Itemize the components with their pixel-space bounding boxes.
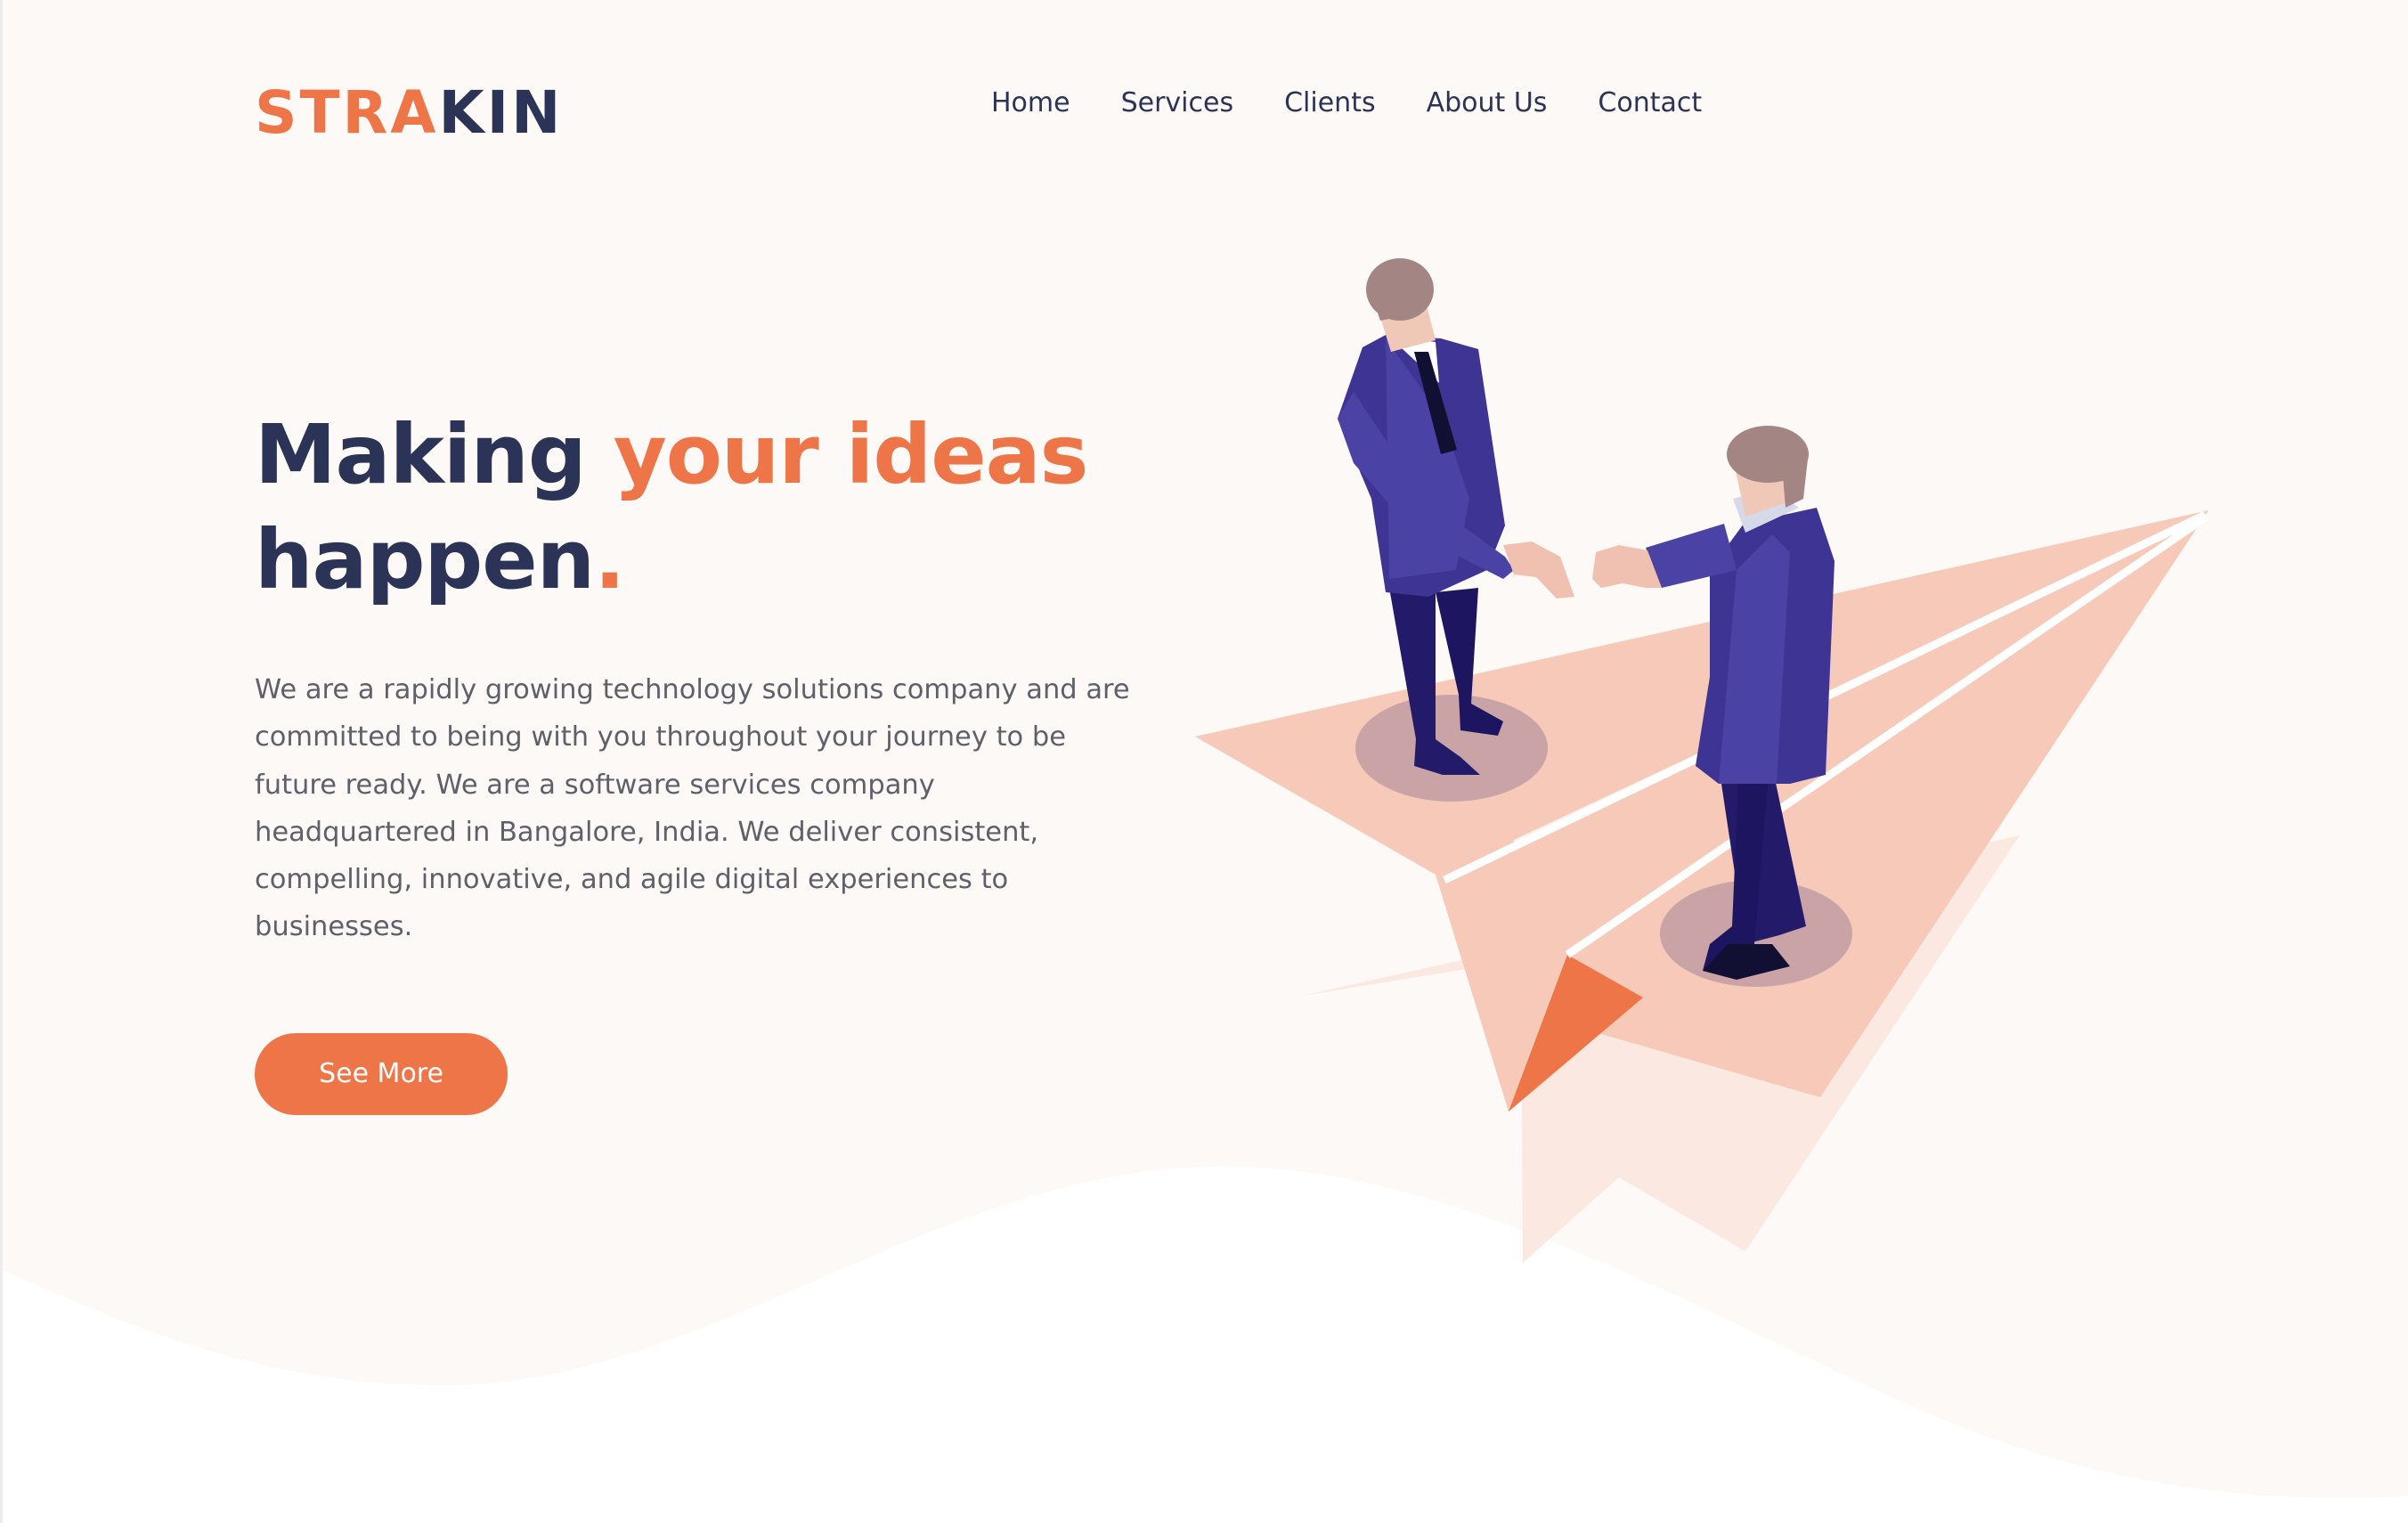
see-more-button[interactable]: See More	[255, 1033, 508, 1115]
hero-description: We are a rapidly growing technology solu…	[255, 674, 1130, 943]
headline-dot: .	[594, 512, 625, 607]
landing-page: STRAKIN Home Services Clients About Us C…	[0, 0, 2408, 1523]
nav-services[interactable]: Services	[1121, 82, 1234, 125]
page-left-border	[0, 0, 3, 1523]
logo-part-navy: KIN	[438, 78, 564, 147]
main-nav: Home Services Clients About Us Contact	[991, 82, 1702, 125]
paper-plane-handshake-illustration	[1195, 258, 2209, 1263]
nav-about-us[interactable]: About Us	[1427, 82, 1548, 125]
nav-home[interactable]: Home	[991, 82, 1070, 125]
headline-part2: happen	[255, 512, 595, 607]
nav-clients[interactable]: Clients	[1284, 82, 1375, 125]
logo-part-orange: STRA	[255, 78, 439, 147]
headline-part1: Making	[255, 407, 614, 502]
hero-headline: Making your ideas happen.	[255, 403, 1089, 613]
headline-accent: your ideas	[613, 407, 1089, 502]
brand-logo[interactable]: STRAKIN	[255, 82, 563, 144]
nav-contact[interactable]: Contact	[1598, 82, 1702, 125]
